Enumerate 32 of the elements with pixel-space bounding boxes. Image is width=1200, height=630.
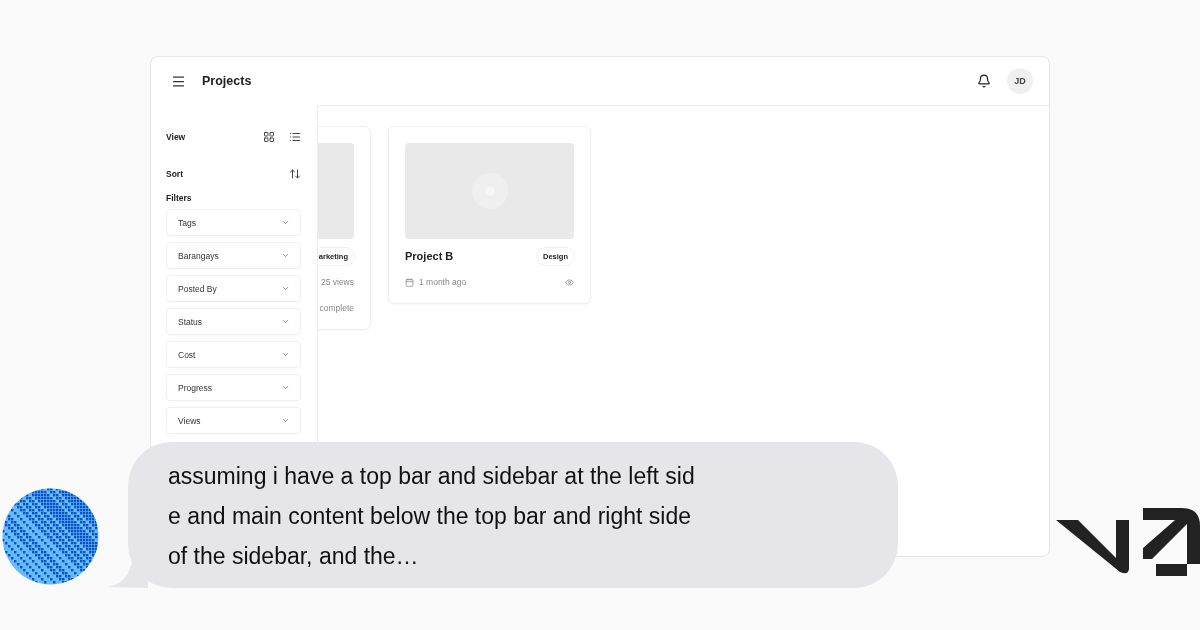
filters-label: Filters [166,193,193,203]
eye-icon [565,277,574,287]
sort-icon[interactable] [289,168,301,180]
page-title: Projects [202,74,253,88]
project-views: 25 views [320,277,354,287]
sort-label: Sort [166,169,184,179]
chevron-down-icon [281,350,290,359]
chevron-down-icon [281,416,290,425]
filter-dropdown[interactable]: Barangays [166,242,301,269]
filter-dropdown[interactable]: Status [166,308,301,335]
chevron-down-icon [281,317,290,326]
filter-dropdown[interactable]: Progress [166,374,301,401]
user-avatar[interactable]: JD [1007,68,1033,94]
filter-dropdown[interactable]: Posted By [166,275,301,302]
project-date: 1 month ago [405,277,467,287]
view-label: View [166,132,187,142]
bell-icon[interactable] [977,74,991,88]
filter-dropdown[interactable]: Views [166,407,301,434]
filter-dropdown[interactable]: Tags [166,209,301,236]
chevron-down-icon [281,284,290,293]
list-view-icon[interactable] [289,131,301,143]
chevron-down-icon [281,251,290,260]
grid-view-icon[interactable] [263,131,275,143]
chevron-down-icon [281,383,290,392]
logo-icon [1056,506,1200,576]
completion-text: complete [319,303,354,313]
message-text: assuming i have a top bar and sidebar at the left sid e and main content below the top bar and right side of the sidebar, and the… [168,462,696,571]
project-title: Project B [405,250,454,262]
calendar-icon [405,277,414,287]
filter-dropdown[interactable]: Cost [166,341,301,368]
menu-icon[interactable] [171,73,186,89]
chevron-down-icon [281,218,290,227]
